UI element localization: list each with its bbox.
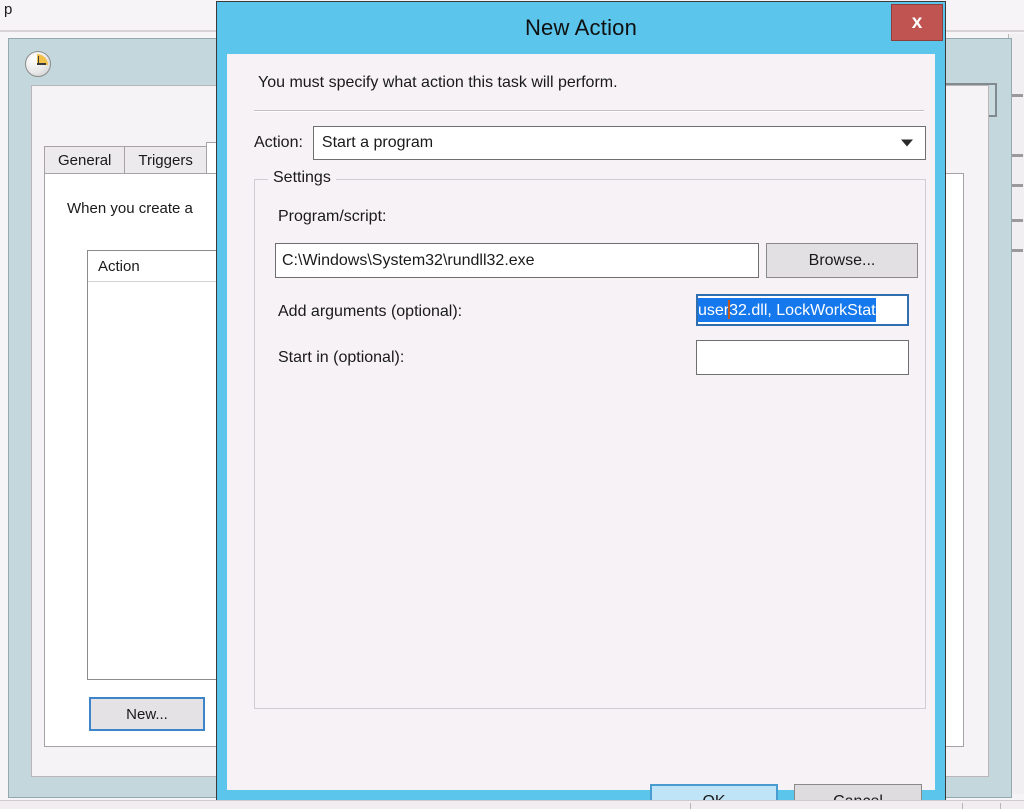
dialog-instruction-text: You must specify what action this task w… xyxy=(258,74,618,92)
program-script-input[interactable]: C:\Windows\System32\rundll32.exe xyxy=(275,243,759,278)
bottom-strip-divider xyxy=(962,803,963,809)
sliver-row xyxy=(1011,154,1023,157)
start-in-input[interactable] xyxy=(696,340,909,375)
sliver-row xyxy=(1011,219,1023,222)
bottom-strip xyxy=(0,800,1024,809)
sliver-row xyxy=(1011,94,1023,97)
dialog-separator xyxy=(254,110,924,112)
column-header-action[interactable]: Action xyxy=(88,258,140,275)
menu-fragment-text: p xyxy=(4,0,12,20)
new-action-button[interactable]: New... xyxy=(89,697,205,731)
sliver-row xyxy=(1011,249,1023,252)
action-combobox[interactable]: Start a program xyxy=(313,126,926,160)
dialog-title: New Action xyxy=(525,15,637,41)
tab-description: When you create a xyxy=(67,200,193,217)
bottom-strip-divider xyxy=(690,803,691,809)
action-combobox-value: Start a program xyxy=(322,134,433,152)
browse-button[interactable]: Browse... xyxy=(766,243,918,278)
add-arguments-selection: user32.dll, LockWorkStat xyxy=(698,298,876,322)
bottom-strip-divider xyxy=(1000,803,1001,809)
screen-root: p x General Triggers A When you create a xyxy=(0,0,1024,809)
dialog-body: You must specify what action this task w… xyxy=(227,54,935,790)
action-select-row: Action: Start a program xyxy=(254,126,926,160)
arguments-text-before-caret: user xyxy=(698,302,729,319)
add-arguments-label: Add arguments (optional): xyxy=(278,303,462,321)
arguments-text-after-caret: 32.dll, LockWorkStat xyxy=(729,302,875,319)
settings-groupbox: Settings Program/script: C:\Windows\Syst… xyxy=(254,179,926,709)
sliver-row xyxy=(1011,184,1023,187)
clock-icon xyxy=(25,51,51,77)
dialog-titlebar: New Action xyxy=(217,2,945,54)
new-action-dialog: New Action x You must specify what actio… xyxy=(217,2,945,800)
start-in-label: Start in (optional): xyxy=(278,349,404,367)
add-arguments-input[interactable]: user32.dll, LockWorkStat xyxy=(696,294,909,326)
dialog-footer: OK Cancel xyxy=(227,722,935,790)
tab-general[interactable]: General xyxy=(44,146,125,174)
dialog-close-button[interactable]: x xyxy=(891,4,943,41)
tabstrip: General Triggers A xyxy=(44,142,243,174)
clock-hand-icon xyxy=(38,56,40,64)
program-script-label: Program/script: xyxy=(278,208,386,226)
chevron-down-icon[interactable] xyxy=(901,140,913,147)
action-label: Action: xyxy=(254,134,303,152)
settings-legend: Settings xyxy=(268,169,336,187)
tab-triggers[interactable]: Triggers xyxy=(124,146,206,174)
